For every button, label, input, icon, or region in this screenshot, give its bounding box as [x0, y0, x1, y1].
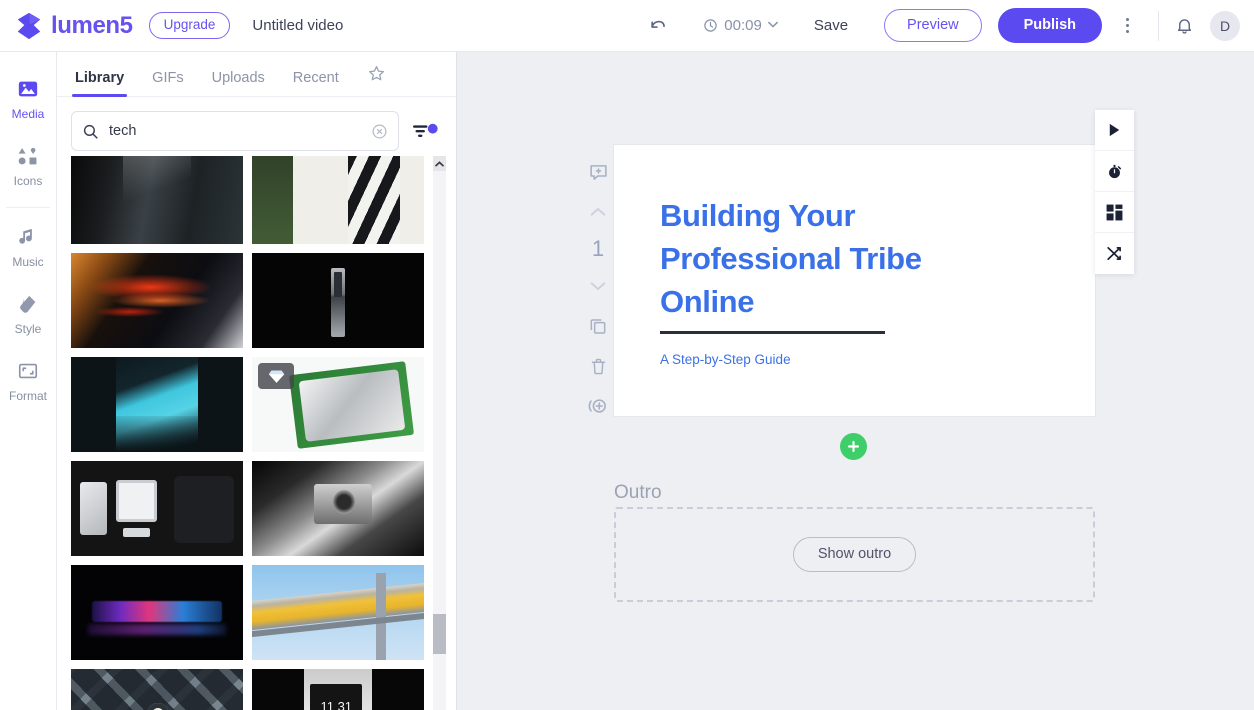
- tab-uploads[interactable]: Uploads: [212, 70, 265, 96]
- media-thumbnail[interactable]: [71, 461, 243, 556]
- shapes-icon: [17, 143, 39, 169]
- premium-badge: [258, 363, 294, 389]
- slide-image[interactable]: [938, 145, 1095, 416]
- palette-icon: [17, 291, 39, 317]
- sidebar-item-style[interactable]: Style: [0, 281, 56, 348]
- clear-circle-icon[interactable]: [371, 123, 388, 140]
- scrollbar-thumb[interactable]: [433, 614, 446, 654]
- media-thumbnail[interactable]: [71, 253, 243, 348]
- left-nav-rail: Media Icons Music Style Format: [0, 52, 57, 710]
- header-actions: 00:09 Save Preview Publish D: [641, 0, 1254, 51]
- notification-bell-icon[interactable]: [1175, 16, 1194, 35]
- filter-icon[interactable]: [409, 122, 442, 140]
- rail-divider: [6, 207, 50, 208]
- play-icon[interactable]: [1095, 110, 1134, 151]
- slide-side-tools: [1095, 110, 1134, 274]
- clock-icon: [703, 18, 718, 33]
- star-icon[interactable]: [367, 64, 386, 96]
- add-voiceover-icon[interactable]: [578, 386, 618, 426]
- sidebar-item-label: Style: [14, 322, 42, 336]
- brand-name: lumen5: [51, 11, 133, 39]
- scene-number: 1: [591, 236, 605, 261]
- chevron-down-icon: [767, 20, 778, 31]
- brand[interactable]: lumen5: [14, 11, 133, 41]
- search-box[interactable]: [71, 111, 399, 151]
- sidebar-item-music[interactable]: Music: [0, 214, 56, 281]
- media-thumbnail[interactable]: 11 31: [252, 669, 424, 710]
- sidebar-item-icons[interactable]: Icons: [0, 133, 56, 200]
- tab-gifs[interactable]: GIFs: [152, 70, 183, 96]
- sidebar-item-label: Format: [8, 389, 47, 403]
- chevron-up-icon: [435, 160, 444, 167]
- undo-button[interactable]: [641, 9, 675, 43]
- media-thumbnail[interactable]: [252, 565, 424, 660]
- image-icon: [17, 76, 39, 102]
- search-row: [57, 97, 456, 163]
- sidebar-item-media[interactable]: Media: [0, 66, 56, 133]
- media-thumbnail[interactable]: [252, 253, 424, 348]
- media-thumbnail[interactable]: [252, 357, 424, 452]
- media-thumbnail[interactable]: [71, 156, 243, 244]
- scrollbar-up-button[interactable]: [433, 156, 446, 171]
- media-thumbnail[interactable]: [252, 461, 424, 556]
- move-scene-up-icon[interactable]: [578, 192, 618, 232]
- media-thumbnail[interactable]: [71, 565, 243, 660]
- diamond-icon: [268, 369, 285, 384]
- editor-canvas: 1 Building Your Professional Tribe Onlin…: [457, 52, 1254, 710]
- outro-placeholder[interactable]: Show outro: [614, 507, 1095, 602]
- layout-icon[interactable]: [1095, 192, 1134, 233]
- tab-library[interactable]: Library: [71, 70, 128, 97]
- save-button[interactable]: Save: [814, 17, 848, 34]
- media-results-grid[interactable]: 11 31: [57, 156, 457, 710]
- music-note-icon: [17, 224, 39, 250]
- avatar[interactable]: D: [1210, 10, 1240, 41]
- show-outro-button[interactable]: Show outro: [792, 537, 917, 572]
- slide-subtitle[interactable]: A Step-by-Step Guide: [660, 352, 938, 367]
- search-icon: [82, 123, 99, 140]
- kebab-menu-icon[interactable]: [1110, 9, 1144, 43]
- media-thumbnail[interactable]: [71, 357, 243, 452]
- lumen5-logo-icon: [14, 11, 44, 41]
- sidebar-item-format[interactable]: Format: [0, 348, 56, 415]
- slide-title[interactable]: Building Your Professional Tribe Online: [660, 195, 938, 323]
- shuffle-icon[interactable]: [1095, 233, 1134, 274]
- video-title[interactable]: Untitled video: [252, 17, 343, 34]
- media-panel: Library GIFs Uploads Recent tech 11 31: [57, 52, 457, 710]
- upgrade-button[interactable]: Upgrade: [148, 12, 231, 39]
- tab-recent[interactable]: Recent: [293, 70, 339, 96]
- plus-icon: [846, 439, 861, 454]
- duplicate-scene-icon[interactable]: [578, 306, 618, 346]
- crop-frame-icon: [17, 358, 39, 384]
- move-scene-down-icon[interactable]: [578, 266, 618, 306]
- sidebar-item-label: Media: [11, 107, 45, 121]
- publish-button[interactable]: Publish: [997, 8, 1102, 43]
- scene-toolbar: 1: [578, 152, 618, 426]
- outro-label: Outro: [614, 482, 662, 503]
- sidebar-item-label: Icons: [13, 174, 43, 188]
- scene-slide[interactable]: Building Your Professional Tribe Online …: [614, 145, 1095, 416]
- add-text-icon[interactable]: [578, 152, 618, 192]
- media-thumbnail[interactable]: [71, 669, 243, 710]
- media-thumbnail[interactable]: [252, 156, 424, 244]
- preview-button[interactable]: Preview: [884, 9, 982, 42]
- slide-divider: [660, 331, 885, 335]
- duration-value: 00:09: [724, 17, 762, 34]
- media-tabs: Library GIFs Uploads Recent: [57, 52, 456, 97]
- media-scrollbar[interactable]: [433, 156, 446, 710]
- search-input[interactable]: [109, 123, 361, 139]
- add-scene-button[interactable]: [840, 433, 867, 460]
- app-header: lumen5 Upgrade Untitled video 00:09 Save…: [0, 0, 1254, 52]
- header-divider: [1158, 10, 1159, 41]
- timer-icon[interactable]: [1095, 151, 1134, 192]
- slide-text-area[interactable]: Building Your Professional Tribe Online …: [614, 145, 938, 416]
- duration-dropdown[interactable]: 00:09: [703, 17, 778, 34]
- sidebar-item-label: Music: [12, 255, 44, 269]
- delete-scene-icon[interactable]: [578, 346, 618, 386]
